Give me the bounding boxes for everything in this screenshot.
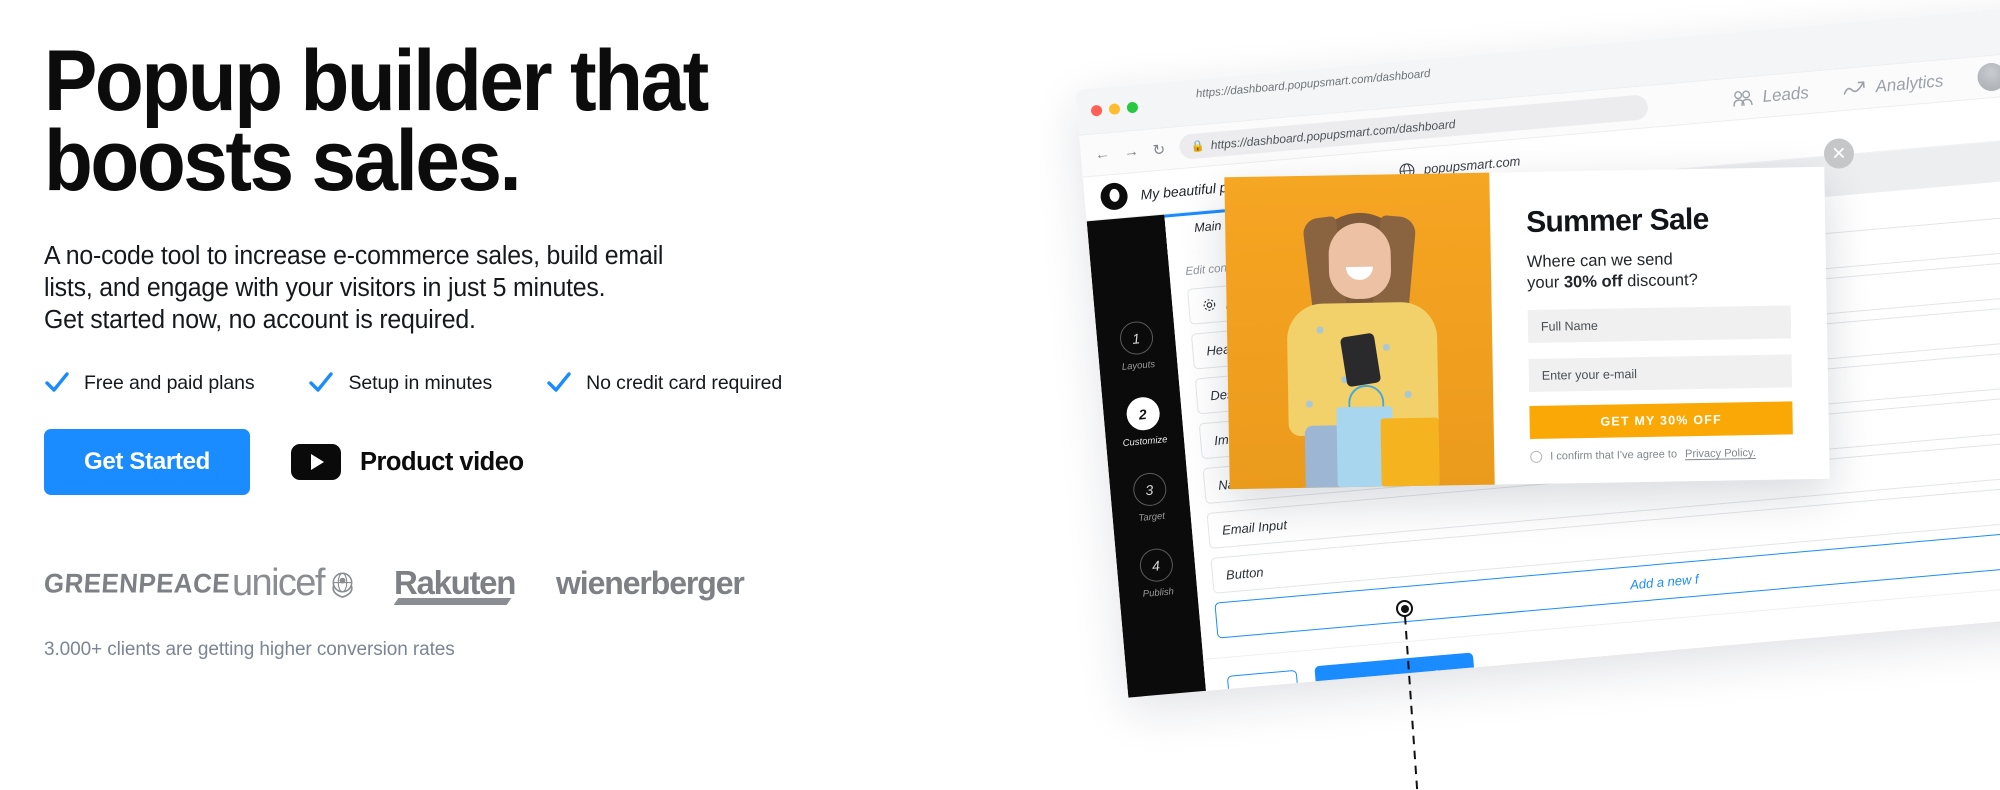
logo-unicef-word: unicef [232, 561, 325, 604]
topnav-account[interactable]: Account [1975, 56, 2000, 93]
feature-item: Setup in minutes [308, 370, 492, 396]
minimize-window-icon[interactable] [1108, 103, 1121, 116]
close-window-icon[interactable] [1090, 104, 1103, 117]
popup-preview: ✕ Summer Sale Where can we send your 30%… [1224, 138, 1855, 490]
check-icon [547, 372, 571, 393]
unicef-globe-icon [332, 572, 353, 598]
feature-label: No credit card required [586, 371, 783, 394]
address-bar-url: https://dashboard.popupsmart.com/dashboa… [1210, 116, 1456, 152]
prev-button[interactable]: Prev [1226, 669, 1300, 698]
popup-subtitle-bold: 30% off [1563, 272, 1623, 292]
product-mockup: https://dashboard.popupsmart.com/dashboa… [1040, 0, 2000, 790]
feature-item: Free and paid plans [44, 370, 255, 396]
feature-label: Setup in minutes [348, 371, 493, 394]
logo-wienerberger: wienerberger [556, 564, 745, 601]
lock-icon: 🔒 [1190, 139, 1206, 153]
step-number: 4 [1138, 547, 1174, 584]
step-customize[interactable]: 2 Customize [1119, 395, 1168, 449]
product-video-label: Product video [360, 447, 524, 476]
consent-row[interactable]: I confirm that I've agree to Privacy Pol… [1530, 447, 1793, 464]
step-publish[interactable]: 4 Publish [1138, 547, 1175, 600]
logo-rakuten-underline [393, 598, 512, 606]
popup-subtitle: Where can we send your 30% off discount? [1527, 247, 1791, 294]
step-label: Target [1137, 510, 1166, 525]
topnav-leads-label: Leads [1761, 83, 1810, 106]
step-label: Layouts [1121, 359, 1156, 373]
feature-list: Free and paid plans Setup in minutes No … [44, 370, 944, 396]
gear-icon [1203, 299, 1216, 311]
people-icon [1733, 90, 1753, 107]
page-title: Popup builder that boosts sales. [44, 33, 709, 209]
popupsmart-logo-icon [1099, 181, 1129, 212]
hero-subhead: A no-code tool to increase e-commerce sa… [44, 241, 664, 335]
step-layouts[interactable]: 1 Layouts [1118, 320, 1156, 373]
topnav-leads[interactable]: Leads [1731, 83, 1810, 110]
full-name-field[interactable]: Full Name [1527, 305, 1792, 344]
consent-checkbox[interactable] [1530, 450, 1543, 464]
logo-rakuten: Rakuten [393, 564, 556, 606]
feature-label: Free and paid plans [84, 371, 255, 394]
trend-line-icon [1843, 81, 1865, 95]
traffic-lights [1090, 101, 1139, 117]
popup-title: Summer Sale [1525, 202, 1709, 239]
clients-note: 3.000+ clients are getting higher conver… [44, 639, 455, 661]
arrow-right-icon[interactable]: → [1123, 143, 1139, 161]
privacy-policy-link[interactable]: Privacy Policy. [1685, 447, 1756, 460]
arrow-left-icon[interactable]: ← [1094, 145, 1110, 163]
get-my-discount-button[interactable]: GET MY 30% OFF [1529, 401, 1793, 440]
editor-item-label: Button [1225, 563, 1265, 583]
hero-page: Popup builder that boosts sales. A no-co… [0, 0, 2000, 790]
popup-form: ✕ Summer Sale Where can we send your 30%… [1489, 138, 1855, 485]
popup-subtitle-post: discount? [1622, 271, 1698, 291]
step-number: 1 [1118, 320, 1154, 356]
get-started-button[interactable]: Get Started [44, 429, 250, 496]
step-label: Customize [1122, 434, 1168, 450]
maximize-window-icon[interactable] [1126, 101, 1139, 114]
popup-image [1224, 172, 1495, 490]
step-number: 3 [1131, 471, 1168, 508]
product-video-link[interactable]: Product video [291, 444, 524, 481]
youtube-play-icon[interactable] [291, 444, 341, 481]
consent-text: I confirm that I've agree to [1550, 448, 1678, 463]
check-icon [309, 372, 334, 393]
reload-icon[interactable]: ↻ [1152, 140, 1166, 159]
editor-item-label: Email Input [1221, 516, 1288, 538]
browser-tab-title[interactable]: https://dashboard.popupsmart.com/dashboa… [1196, 68, 1431, 100]
feature-item: No credit card required [546, 370, 782, 396]
anchor-point [1396, 600, 1413, 617]
avatar-icon [1975, 61, 2000, 93]
check-icon [45, 372, 69, 393]
next-to-customize-button[interactable]: Next to customize [1314, 651, 1477, 698]
logo-greenpeace: GREENPEACE [42, 567, 232, 599]
figure-face [1328, 222, 1392, 300]
cta-row: Get Started Product video [44, 429, 944, 496]
step-label: Publish [1142, 586, 1175, 600]
step-target[interactable]: 3 Target [1131, 471, 1168, 525]
topnav-analytics[interactable]: Analytics [1842, 71, 1944, 100]
client-logos: GREENPEACE unicef Rakuten wienerberger [42, 558, 944, 608]
email-field[interactable]: Enter your e-mail [1528, 354, 1793, 393]
topnav-analytics-label: Analytics [1874, 71, 1945, 97]
shopping-bag-yellow [1380, 417, 1440, 487]
logo-rakuten-word: Rakuten [394, 564, 516, 602]
hero-content: Popup builder that boosts sales. A no-co… [42, 0, 944, 790]
logo-unicef: unicef [232, 562, 394, 605]
step-number: 2 [1124, 395, 1161, 432]
